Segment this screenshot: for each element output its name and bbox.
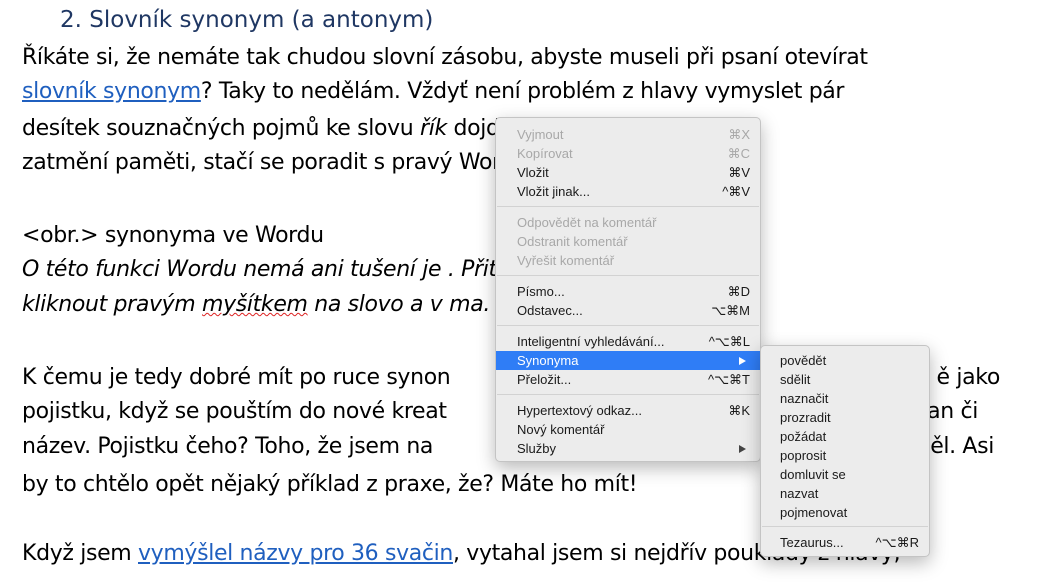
- submenu-arrow-icon: [739, 357, 746, 365]
- menu-separator: [762, 526, 928, 527]
- menu-item-new-comment[interactable]: Nový komentář: [496, 420, 760, 439]
- menu-item-smart-lookup[interactable]: Inteligentní vyhledávání... ^⌥⌘L: [496, 332, 760, 351]
- synonym-item[interactable]: prozradit: [761, 408, 929, 427]
- menu-item-hyperlink[interactable]: Hypertextový odkaz... ⌘K: [496, 401, 760, 420]
- menu-item-cut[interactable]: Vyjmout ⌘X: [496, 125, 760, 144]
- paragraph-line: an či: [927, 399, 978, 424]
- paragraph-line: by to chtělo opět nějaký příklad z praxe…: [22, 472, 638, 497]
- menu-item-font[interactable]: Písmo... ⌘D: [496, 282, 760, 301]
- slovnik-synonym-link[interactable]: slovník synonym: [22, 79, 201, 104]
- paragraph-line: ě jako: [936, 365, 1001, 390]
- paragraph-line: slovník synonym? Taky to nedělám. Vždyť …: [22, 79, 845, 104]
- menu-item-services[interactable]: Služby: [496, 439, 760, 458]
- synonym-submenu: povědět sdělit naznačit prozradit požáda…: [760, 345, 930, 557]
- paragraph-line: K čemu je tedy dobré mít po ruce synon: [22, 365, 451, 390]
- synonym-item[interactable]: sdělit: [761, 370, 929, 389]
- menu-item-reply-comment[interactable]: Odpovědět na komentář: [496, 213, 760, 232]
- paragraph-line: <obr.> synonyma ve Wordu: [22, 223, 324, 248]
- menu-separator: [497, 394, 759, 395]
- menu-item-paragraph[interactable]: Odstavec... ⌥⌘M: [496, 301, 760, 320]
- menu-separator: [497, 275, 759, 276]
- synonym-item[interactable]: nazvat: [761, 484, 929, 503]
- section-heading: 2. Slovník synonym (a antonym): [60, 7, 434, 33]
- menu-separator: [497, 206, 759, 207]
- menu-item-translate[interactable]: Přeložit... ^⌥⌘T: [496, 370, 760, 389]
- paragraph-line: zatmění paměti, stačí se poradit s pravý…: [22, 150, 535, 175]
- menu-item-resolve-comment[interactable]: Vyřešit komentář: [496, 251, 760, 270]
- menu-separator: [497, 325, 759, 326]
- paragraph-line: název. Pojistku čeho? Toho, že jsem na: [22, 434, 434, 459]
- context-menu: Vyjmout ⌘X Kopírovat ⌘C Vložit ⌘V Vložit ji…: [495, 117, 761, 462]
- spelling-error-word[interactable]: myšítkem: [202, 292, 308, 317]
- menu-item-delete-comment[interactable]: Odstranit komentář: [496, 232, 760, 251]
- synonym-item[interactable]: povědět: [761, 351, 929, 370]
- svaciny-link[interactable]: vymýšlel názvy pro 36 svačin: [138, 541, 453, 566]
- menu-item-paste[interactable]: Vložit ⌘V: [496, 163, 760, 182]
- synonym-item[interactable]: poprosit: [761, 446, 929, 465]
- synonym-item[interactable]: naznačit: [761, 389, 929, 408]
- synonym-item[interactable]: požádat: [761, 427, 929, 446]
- menu-item-thesaurus[interactable]: Tezaurus... ^⌥⌘R: [761, 533, 929, 552]
- menu-item-synonyms[interactable]: Synonyma: [496, 351, 760, 370]
- synonym-item[interactable]: pojmenovat: [761, 503, 929, 522]
- menu-item-copy[interactable]: Kopírovat ⌘C: [496, 144, 760, 163]
- selected-word[interactable]: řík: [420, 116, 447, 141]
- submenu-arrow-icon: [739, 445, 746, 453]
- paragraph-line: Říkáte si, že nemáte tak chudou slovní z…: [22, 45, 868, 70]
- paragraph-line: kliknout pravým myšítkem na slovo a v ma…: [22, 292, 490, 317]
- paragraph-line: ěl. Asi: [930, 434, 994, 459]
- synonym-item[interactable]: domluvit se: [761, 465, 929, 484]
- paragraph-line: pojistku, když se pouštím do nové kreat: [22, 399, 447, 424]
- menu-item-paste-special[interactable]: Vložit jinak... ^⌘V: [496, 182, 760, 201]
